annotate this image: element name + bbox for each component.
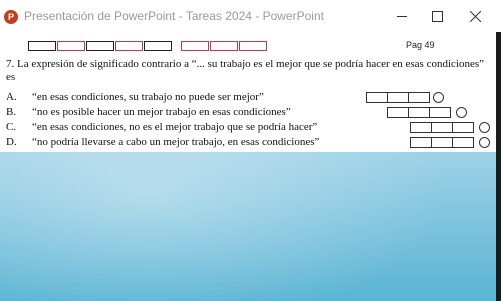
- option-text: “no podría llevarse a cabo un mejor trab…: [32, 136, 320, 148]
- answer-box: [144, 41, 172, 51]
- option-text: “en esas condiciones, su trabajo no pued…: [32, 91, 264, 103]
- maximize-button[interactable]: [420, 4, 454, 28]
- option-text: “no es posible hacer un mejor trabajo en…: [32, 106, 291, 118]
- options-list: A. “en esas condiciones, su trabajo no pu…: [0, 90, 496, 152]
- option-letter: B.: [6, 106, 17, 118]
- option-c[interactable]: C. “en esas condiciones, no es el mejor t…: [6, 121, 317, 133]
- question-number: 7.: [6, 58, 15, 70]
- option-a-radio[interactable]: [433, 92, 444, 103]
- answer-box: [239, 41, 267, 51]
- option-a[interactable]: A. “en esas condiciones, su trabajo no pu…: [6, 91, 264, 103]
- option-letter: D.: [6, 136, 17, 148]
- answer-box: [181, 41, 209, 51]
- powerpoint-icon[interactable]: P: [4, 10, 18, 24]
- answer-box: [210, 41, 238, 51]
- close-button[interactable]: [458, 4, 492, 28]
- option-d-radio[interactable]: [479, 137, 490, 148]
- answer-box: [57, 41, 85, 51]
- answer-box: [115, 41, 143, 51]
- title-bar: P Presentación de PowerPoint - Tareas 20…: [0, 0, 501, 32]
- answer-box: [28, 41, 56, 51]
- window-border: [496, 32, 501, 301]
- answer-box: [86, 41, 114, 51]
- question-body: La expresión de significado contrario a …: [6, 58, 485, 83]
- minimize-button[interactable]: [385, 4, 419, 28]
- option-b[interactable]: B. “no es posible hacer un mejor trabajo …: [6, 106, 291, 118]
- option-d[interactable]: D. “no podría llevarse a cabo un mejor tr…: [6, 136, 319, 148]
- page-number: Pag 49: [406, 40, 435, 50]
- close-icon: [470, 11, 481, 22]
- option-b-radio[interactable]: [456, 107, 467, 118]
- option-text: “en esas condiciones, no es el mejor tra…: [32, 121, 318, 133]
- question-text: 7. La expresión de significado contrario…: [6, 58, 494, 84]
- window-title: Presentación de PowerPoint - Tareas 2024…: [24, 9, 324, 23]
- slide[interactable]: Pag 49 7. La expresión de significado co…: [0, 32, 496, 301]
- question-area: Pag 49 7. La expresión de significado co…: [0, 32, 496, 90]
- option-letter: A.: [6, 91, 17, 103]
- option-letter: C.: [6, 121, 17, 133]
- option-c-radio[interactable]: [479, 122, 490, 133]
